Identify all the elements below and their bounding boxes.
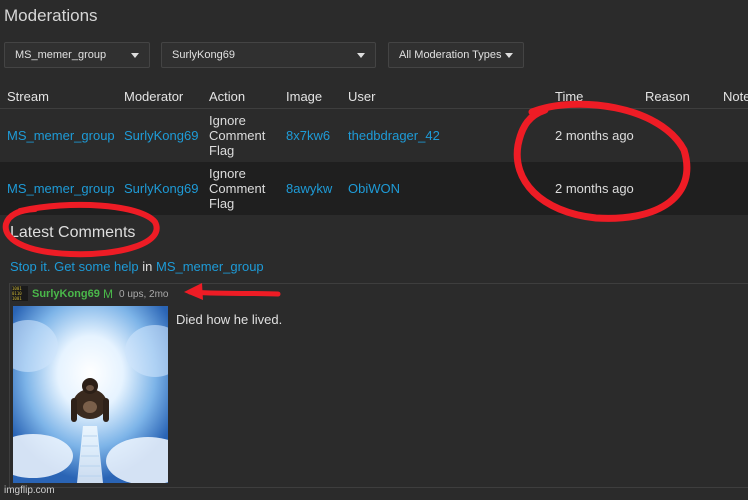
row-user-link[interactable]: thedbdrager_42 [348,128,440,143]
moderator-filter-select[interactable]: SurlyKong69 [161,42,376,68]
row-image-link[interactable]: 8x7kw6 [286,128,330,143]
row-moderator-link[interactable]: SurlyKong69 [124,181,198,196]
stream-filter-value: MS_memer_group [15,49,107,61]
header-time: Time [555,89,584,104]
group-link[interactable]: MS_memer_group [156,259,264,274]
heaven-gorilla-image [13,306,168,483]
moderator-badge: M [103,287,113,301]
header-note: Note [723,89,748,104]
chevron-down-icon [131,52,139,58]
comment-author-link[interactable]: SurlyKong69 [32,288,100,300]
comment-context: Stop it. Get some help in MS_memer_group [10,259,264,274]
comment-image[interactable] [13,306,168,483]
watermark: imgflip.com [4,485,55,496]
in-word: in [142,259,153,274]
comment-meta: 0 ups, 2mo [119,289,169,300]
header-image: Image [286,89,323,104]
row-image-link[interactable]: 8awykw [286,181,332,196]
row-stream-link[interactable]: MS_memer_group [7,181,115,196]
table-row: MS_memer_group SurlyKong69 Ignore Commen… [0,109,748,162]
header-action: Action [209,89,246,104]
chevron-down-icon [357,52,365,58]
row-user-link[interactable]: ObiWON [348,181,400,196]
stream-filter-select[interactable]: MS_memer_group [4,42,150,68]
latest-comments-heading: Latest Comments [10,224,136,241]
row-moderator-link[interactable]: SurlyKong69 [124,128,198,143]
row-stream-link[interactable]: MS_memer_group [7,128,115,143]
page-title: Moderations [4,6,98,25]
row-time: 2 months ago [555,181,634,196]
chevron-down-icon [505,52,513,58]
header-stream: Stream [7,89,49,104]
table-row: MS_memer_group SurlyKong69 Ignore Commen… [0,162,748,215]
comment-text: Died how he lived. [176,312,283,327]
avatar[interactable]: 1001 0110 1001 [12,286,28,301]
header-reason: Reason [645,89,690,104]
header-moderator: Moderator [124,89,184,104]
post-title-link[interactable]: Stop it. Get some help [10,259,139,274]
moderator-filter-value: SurlyKong69 [172,49,235,61]
row-time: 2 months ago [555,128,634,143]
type-filter-value: All Moderation Types [399,49,502,61]
table-header: Stream Moderator Action Image User Time … [0,86,748,109]
row-action: Ignore Comment Flag [209,113,266,158]
row-action: Ignore Comment Flag [209,166,266,211]
type-filter-select[interactable]: All Moderation Types [388,42,524,68]
header-user: User [348,89,376,104]
